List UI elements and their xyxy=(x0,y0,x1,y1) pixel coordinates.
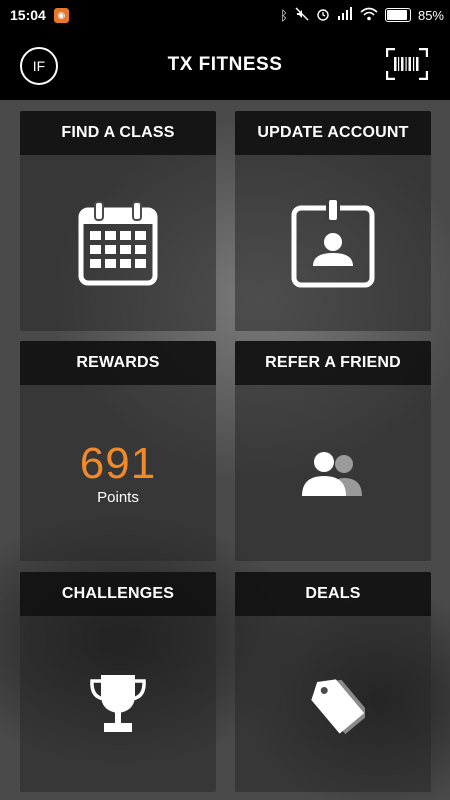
tile-title: UPDATE ACCOUNT xyxy=(235,111,431,155)
tile-title: FIND A CLASS xyxy=(20,111,216,155)
update-account-tile[interactable]: UPDATE ACCOUNT xyxy=(235,111,431,331)
rewards-tile[interactable]: REWARDS 691 Points xyxy=(20,341,216,561)
status-time: 15:04 xyxy=(10,7,46,23)
mute-icon xyxy=(295,7,309,24)
bluetooth-icon: ᛒ xyxy=(280,7,288,23)
notification-icon: ◉ xyxy=(53,7,69,23)
trophy-icon xyxy=(90,675,146,732)
refer-a-friend-tile[interactable]: REFER A FRIEND xyxy=(235,341,431,561)
challenges-tile[interactable]: CHALLENGES xyxy=(20,572,216,792)
id-badge-icon xyxy=(291,198,375,288)
calendar-icon xyxy=(78,201,158,286)
points-label: Points xyxy=(97,488,139,506)
find-a-class-tile[interactable]: FIND A CLASS xyxy=(20,111,216,331)
points-value: 691 xyxy=(79,438,157,488)
status-bar: 15:04 ◉ ᛒ 85% xyxy=(0,0,450,30)
tile-title: REWARDS xyxy=(20,341,216,385)
signal-icon xyxy=(337,7,353,23)
tag-icon xyxy=(311,679,365,735)
tile-title: REFER A FRIEND xyxy=(235,341,431,385)
battery-icon xyxy=(384,8,411,22)
deals-tile[interactable]: DEALS xyxy=(235,572,431,792)
battery-percent: 85% xyxy=(417,7,444,23)
alarm-icon xyxy=(316,7,330,24)
users-icon xyxy=(302,452,362,496)
tile-title: DEALS xyxy=(235,572,431,616)
tile-title: CHALLENGES xyxy=(20,572,216,616)
page-title: TX FITNESS xyxy=(167,54,283,75)
barcode-scan-icon[interactable] xyxy=(386,48,428,80)
wifi-icon xyxy=(360,7,378,24)
app-header: IF TX FITNESS xyxy=(0,30,450,100)
